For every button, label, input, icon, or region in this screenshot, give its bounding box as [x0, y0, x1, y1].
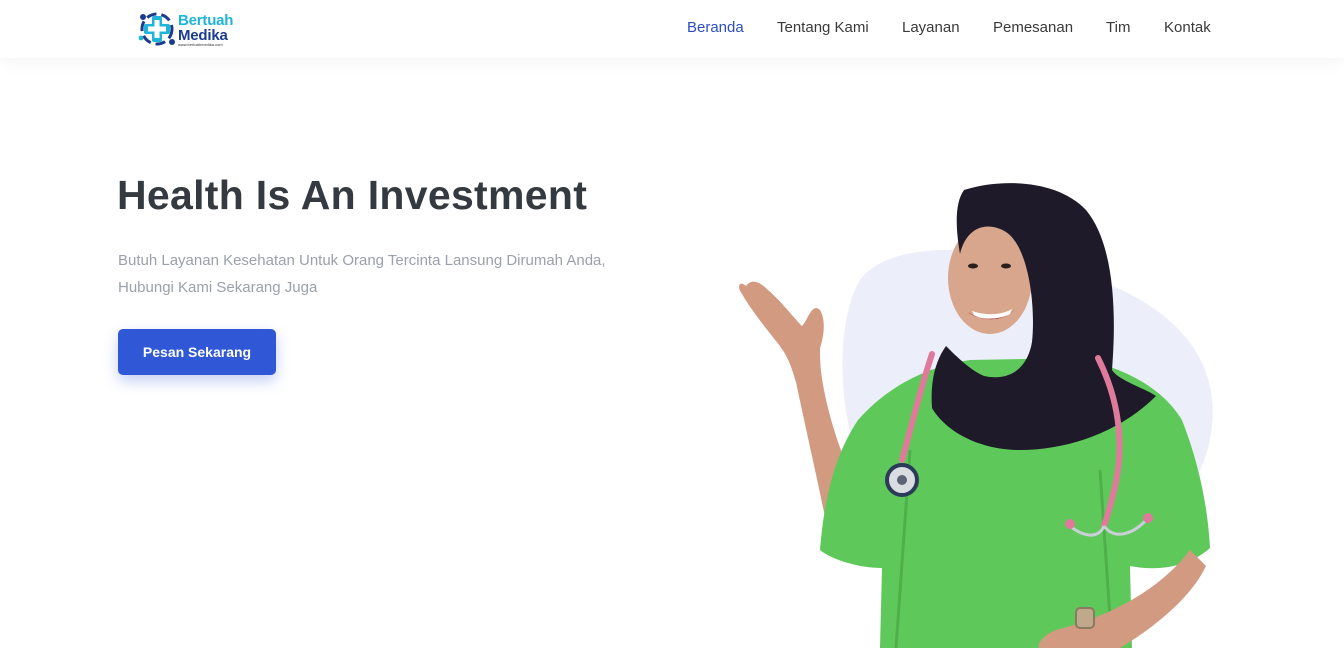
medical-cross-logo-icon	[138, 12, 175, 46]
nav-item-tentang-kami[interactable]: Tentang Kami	[777, 19, 869, 37]
hero-subtitle-line2: Hubungi Kami Sekarang Juga	[118, 279, 318, 296]
nav-item-tim[interactable]: Tim	[1106, 19, 1130, 37]
wristwatch	[1075, 607, 1095, 629]
brand-url: www.bertuahmedika.com	[178, 42, 223, 47]
order-now-button[interactable]: Pesan Sekarang	[118, 329, 276, 375]
hero-subtitle: Butuh Layanan Kesehatan Untuk Orang Terc…	[118, 247, 658, 301]
nav-item-layanan[interactable]: Layanan	[902, 19, 960, 37]
nav-item-beranda[interactable]: Beranda	[687, 19, 744, 37]
top-navbar: Bertuah Medika www.bertuahmedika.com Ber…	[0, 0, 1344, 58]
nav-item-kontak[interactable]: Kontak	[1164, 19, 1211, 37]
hero-title: Health Is An Investment	[117, 172, 588, 218]
brand-name-line2: Medika	[178, 27, 228, 44]
hero-subtitle-line1: Butuh Layanan Kesehatan Untuk Orang Terc…	[118, 252, 606, 269]
brand-name-line1: Bertuah	[178, 12, 234, 29]
brand-logo[interactable]: Bertuah Medika www.bertuahmedika.com	[136, 7, 246, 51]
nav-item-pemesanan[interactable]: Pemesanan	[993, 19, 1073, 37]
nurse-hero-image	[739, 183, 1213, 648]
